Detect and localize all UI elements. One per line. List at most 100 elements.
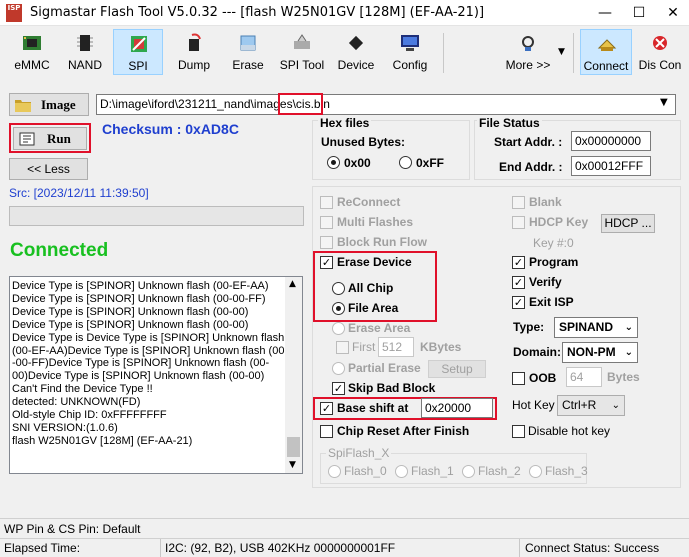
- block-run-flow-checkbox[interactable]: [320, 236, 333, 249]
- hdcp-button[interactable]: HDCP ...: [601, 214, 655, 233]
- verify-checkbox[interactable]: ✓: [512, 276, 525, 289]
- toolbar-label: Connect: [583, 59, 629, 73]
- toolbar-label: SPI: [128, 59, 148, 73]
- blank-checkbox[interactable]: [512, 196, 525, 209]
- reconnect-label: ReConnect: [337, 195, 401, 209]
- log-output[interactable]: Device Type is [SPINOR] Unknown flash (0…: [9, 276, 303, 474]
- flash-2-radio[interactable]: [462, 465, 475, 478]
- maximize-button[interactable]: ☐: [622, 0, 656, 26]
- toolbar-label: Config: [392, 58, 428, 72]
- device-chip-icon: [348, 35, 364, 51]
- i2c-usb-status: I2C: (92, B2), USB 402KHz 0000000001FF: [165, 541, 396, 555]
- log-scrollbar[interactable]: ▲ ▼: [285, 277, 302, 473]
- reconnect-checkbox[interactable]: [320, 196, 333, 209]
- domain-select-value: NON-PM: [567, 345, 616, 359]
- scroll-down-icon[interactable]: ▼: [289, 460, 296, 470]
- toolbar-spi-tool-button[interactable]: SPI Tool: [277, 29, 327, 75]
- first-checkbox[interactable]: [336, 341, 349, 354]
- base-shift-label: Base shift at: [337, 401, 409, 415]
- toolbar-device-button[interactable]: Device: [331, 29, 381, 75]
- image-button[interactable]: Image: [9, 93, 89, 116]
- toolbar-more-button[interactable]: More >>: [500, 29, 556, 75]
- eraser-icon: [240, 35, 256, 51]
- hdcp-key-label: HDCP Key: [529, 215, 589, 229]
- skip-bad-block-label: Skip Bad Block: [348, 381, 436, 395]
- more-dropdown-arrow-icon[interactable]: ▼: [558, 47, 565, 57]
- toolbar-label: SPI Tool: [279, 58, 325, 72]
- less-button[interactable]: << Less: [9, 158, 88, 180]
- partial-erase-radio[interactable]: [332, 362, 345, 375]
- oob-checkbox[interactable]: [512, 372, 525, 385]
- chip-icon: [77, 35, 93, 51]
- hdcp-key-checkbox[interactable]: [512, 216, 525, 229]
- toolbar-connect-button[interactable]: Connect: [580, 29, 632, 75]
- base-shift-checkbox[interactable]: ✓: [320, 402, 333, 415]
- setup-button[interactable]: Setup: [428, 360, 486, 378]
- erase-device-label: Erase Device: [337, 255, 412, 269]
- chip-board-icon: [23, 36, 41, 50]
- oob-bytes-field[interactable]: 64: [566, 367, 602, 387]
- chip-reset-checkbox[interactable]: [320, 425, 333, 438]
- flash-0-radio[interactable]: [328, 465, 341, 478]
- base-shift-field[interactable]: 0x20000: [421, 398, 493, 418]
- blank-label: Blank: [529, 195, 562, 209]
- toolbar-disconnect-button[interactable]: Dis Con: [634, 29, 686, 75]
- disable-hotkey-checkbox[interactable]: [512, 425, 525, 438]
- chip-reset-label: Chip Reset After Finish: [337, 424, 470, 438]
- type-select[interactable]: SPINAND ⌄: [554, 317, 638, 338]
- erase-area-radio[interactable]: [332, 322, 345, 335]
- toolbar-label: eMMC: [14, 58, 50, 72]
- first-kbytes-field[interactable]: 512: [378, 337, 414, 357]
- flash-1-radio[interactable]: [395, 465, 408, 478]
- toolbar-emmc-button[interactable]: eMMC: [7, 29, 57, 75]
- flash-2-label: Flash_2: [478, 464, 521, 478]
- log-line: Device Type is [SPINOR] Unknown flash (0…: [12, 318, 249, 331]
- file-area-radio[interactable]: [332, 302, 345, 315]
- toolbar-label: More >>: [505, 58, 551, 72]
- image-path-input[interactable]: D:\image\iford\231211_nand\images\cis.bi…: [96, 94, 676, 115]
- app-logo-icon: ISP: [6, 4, 22, 22]
- log-line: Can't Find the Device Type !!: [12, 383, 153, 396]
- close-button[interactable]: ✕: [656, 0, 689, 26]
- scroll-thumb[interactable]: [287, 437, 300, 457]
- oob-bytes-label: Bytes: [607, 370, 640, 384]
- end-addr-field[interactable]: 0x00012FFF: [571, 156, 651, 176]
- toolbar-dump-button[interactable]: Dump: [169, 29, 219, 75]
- status-divider: [519, 539, 520, 557]
- run-icon: [19, 132, 35, 146]
- toolbar-config-button[interactable]: Config: [385, 29, 435, 75]
- multi-flashes-checkbox[interactable]: [320, 216, 333, 229]
- wp-pin-status: WP Pin & CS Pin: Default: [4, 522, 141, 536]
- file-status-title: File Status: [477, 116, 542, 130]
- title-bar: ISP Sigmastar Flash Tool V5.0.32 --- [fl…: [0, 0, 689, 26]
- run-button[interactable]: Run: [13, 127, 87, 150]
- skip-bad-block-checkbox[interactable]: ✓: [332, 382, 345, 395]
- unused-0x00-radio[interactable]: [327, 156, 340, 169]
- unused-0xff-radio[interactable]: [399, 156, 412, 169]
- minimize-button[interactable]: —: [588, 0, 622, 26]
- erase-device-checkbox[interactable]: ✓: [320, 256, 333, 269]
- status-bar-bottom: Elapsed Time: I2C: (92, B2), USB 402KHz …: [0, 538, 689, 557]
- start-addr-field[interactable]: 0x00000000: [571, 131, 651, 151]
- toolbar: eMMC NAND SPI Dump Erase SPI Tool Device…: [0, 27, 689, 77]
- toolbar-erase-button[interactable]: Erase: [223, 29, 273, 75]
- path-dropdown-arrow-icon[interactable]: ▼: [660, 97, 668, 108]
- program-checkbox[interactable]: ✓: [512, 256, 525, 269]
- hotkey-select[interactable]: Ctrl+R ⌄: [557, 395, 625, 416]
- toolbar-nand-button[interactable]: NAND: [60, 29, 110, 75]
- all-chip-radio[interactable]: [332, 282, 345, 295]
- log-line: Device Type is Device Type is [SPINOR] U…: [12, 331, 285, 344]
- flash-3-radio[interactable]: [529, 465, 542, 478]
- type-label: Type:: [513, 320, 545, 334]
- chevron-down-icon: ⌄: [611, 400, 620, 411]
- window-title: Sigmastar Flash Tool V5.0.32 --- [flash …: [30, 5, 485, 20]
- toolbar-spi-button[interactable]: SPI: [113, 29, 163, 75]
- domain-select[interactable]: NON-PM ⌄: [562, 342, 638, 363]
- exit-isp-checkbox[interactable]: ✓: [512, 296, 525, 309]
- all-chip-label: All Chip: [348, 281, 394, 295]
- toolbar-separator: [443, 33, 444, 73]
- hotkey-select-value: Ctrl+R: [562, 398, 597, 412]
- monitor-icon: [401, 35, 419, 51]
- satellite-icon: [522, 36, 534, 51]
- scroll-up-icon[interactable]: ▲: [289, 279, 296, 289]
